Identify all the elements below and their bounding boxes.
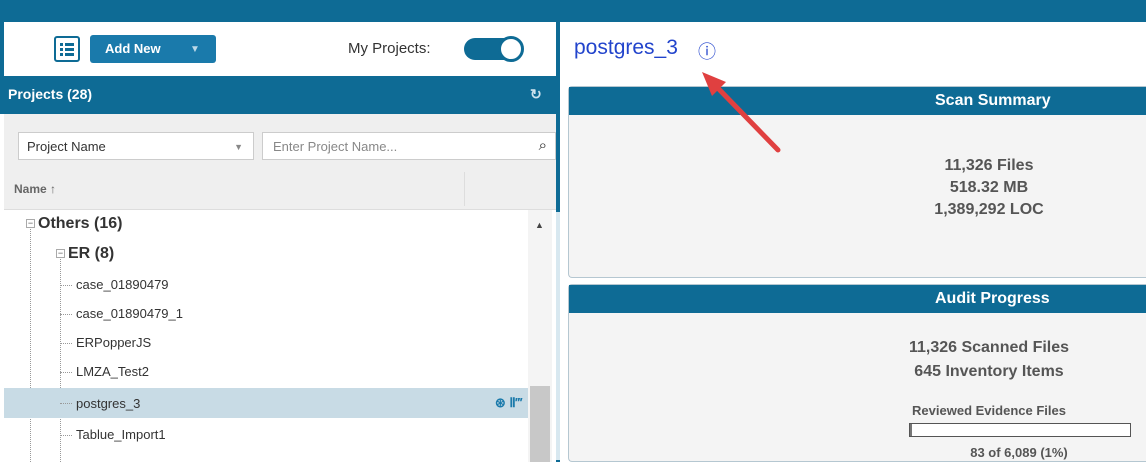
audit-progress-heading: Audit Progress	[569, 285, 1146, 313]
project-tree: − Others (16) − ER (8) case_01890479 cas…	[4, 210, 556, 462]
project-filter-bar: Project Name ▼ Enter Project Name... ⌕	[4, 114, 556, 166]
collapse-icon[interactable]: −	[56, 249, 65, 258]
tree-scrollbar[interactable]: ▲	[528, 210, 552, 462]
add-new-label: Add New	[105, 41, 161, 56]
name-column-label: Name ↑	[14, 182, 57, 196]
filter-field-select[interactable]: Project Name ▼	[18, 132, 254, 160]
projects-toolbar: Add New ▼ My Projects:	[0, 22, 572, 462]
add-new-button[interactable]: Add New ▼	[90, 35, 216, 63]
tree-group-label: Others (16)	[38, 215, 123, 232]
tree-group-er[interactable]: − ER (8)	[4, 240, 528, 266]
info-icon[interactable]: ⓘ	[698, 38, 716, 64]
reviewed-progress-bar	[909, 423, 1131, 437]
project-search-input[interactable]: Enter Project Name... ⌕	[262, 132, 556, 160]
tree-item-label: Tablue_Import1	[76, 427, 166, 442]
tree-item[interactable]: Tablue_Import1	[4, 422, 528, 448]
my-projects-toggle[interactable]	[464, 36, 524, 62]
chevron-down-icon: ▼	[190, 44, 200, 55]
collapse-icon[interactable]: −	[26, 219, 35, 228]
scan-size: 518.32 MB	[949, 179, 1029, 196]
project-detail-panel: postgres_3 ⓘ Scan Summary 11,326 Files 5…	[560, 22, 1146, 462]
refresh-icon[interactable]: ↻	[530, 86, 542, 103]
reviewed-evidence-label: Reviewed Evidence Files	[912, 403, 1066, 418]
list-view-icon	[60, 43, 74, 56]
tree-item[interactable]: case_01890479_1	[4, 301, 528, 327]
scan-files: 11,326 Files	[944, 157, 1034, 174]
filter-field-value: Project Name	[27, 139, 106, 154]
top-bar	[0, 0, 1146, 22]
tree-item-label: case_01890479_1	[76, 306, 183, 321]
audit-progress-card: Audit Progress 11,326 Scanned Files 645 …	[568, 284, 1146, 462]
projects-panel: Add New ▼ My Projects: Projects (28) ↻ P…	[0, 22, 572, 462]
tree-item-label: postgres_3	[76, 396, 141, 411]
search-icon[interactable]: ⌕	[539, 137, 547, 154]
projects-count-title: Projects (28)	[8, 86, 93, 102]
project-title[interactable]: postgres_3	[574, 36, 678, 60]
search-placeholder: Enter Project Name...	[273, 139, 398, 154]
scroll-thumb[interactable]	[530, 386, 550, 462]
projects-header: Projects (28) ↻	[0, 76, 556, 114]
tree-item[interactable]: LMZA_Test2	[4, 359, 528, 385]
scanned-files: 11,326 Scanned Files	[908, 339, 1070, 356]
scan-loc: 1,389,292 LOC	[934, 201, 1044, 218]
column-divider	[464, 172, 465, 206]
tree-group-label: ER (8)	[68, 245, 115, 262]
scroll-up-icon[interactable]: ▲	[535, 220, 544, 230]
tree-item-label: LMZA_Test2	[76, 364, 149, 379]
tree-item-label: ERPopperJS	[76, 335, 152, 350]
tree-group-others[interactable]: − Others (16)	[4, 210, 528, 236]
scan-summary-card: Scan Summary 11,326 Files 518.32 MB 1,38…	[568, 86, 1146, 278]
tree-item-selected[interactable]: postgres_3 ⊛ Ⅱ‴	[4, 388, 528, 418]
tree-item[interactable]: case_01890479	[4, 272, 528, 298]
my-projects-label: My Projects:	[348, 40, 431, 57]
tree-item[interactable]: ERPopperJS	[4, 330, 528, 356]
tree-item-label: case_01890479	[76, 277, 169, 292]
chevron-down-icon: ▼	[234, 142, 243, 152]
scan-summary-heading: Scan Summary	[569, 87, 1146, 115]
name-column-header[interactable]: Name ↑	[4, 166, 556, 210]
toggle-knob	[498, 36, 524, 62]
list-view-button[interactable]	[54, 36, 80, 62]
project-actions-icons[interactable]: ⊛ Ⅱ‴	[495, 395, 522, 411]
annotation-arrow-icon	[702, 72, 781, 153]
reviewed-progress-text: 83 of 6,089 (1%)	[970, 445, 1068, 460]
inventory-items: 645 Inventory Items	[914, 363, 1064, 380]
progress-fill	[910, 424, 913, 436]
